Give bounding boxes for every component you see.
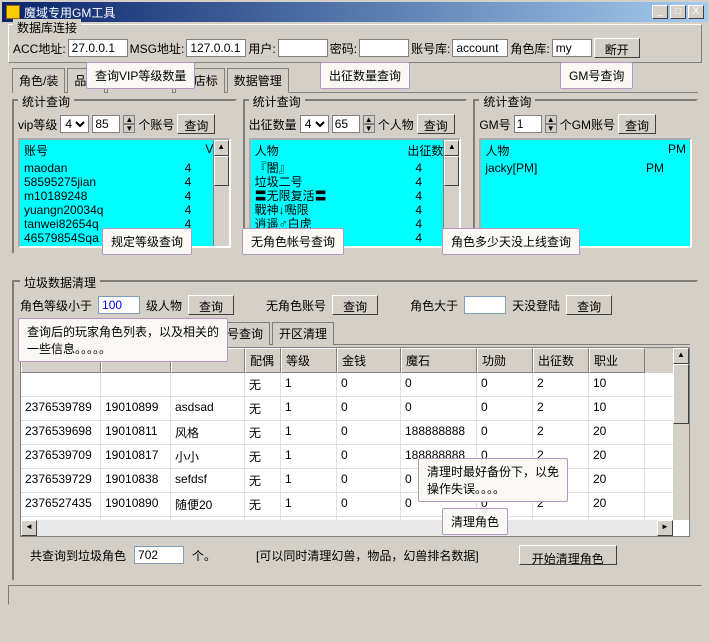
db-connection-group: 数据库连接 ACC地址: MSG地址: 用户: 密码: 账号库: 角色库: 断开: [8, 24, 702, 63]
grid-col-header[interactable]: 配偶: [245, 348, 281, 373]
table-row[interactable]: 237653972919010838sefdsf无1000220: [21, 469, 689, 493]
exp-op-select[interactable]: 4: [300, 115, 329, 133]
vip-query-button[interactable]: 查询: [177, 114, 215, 134]
user-label: 用户:: [248, 40, 275, 57]
vip-scrollbar[interactable]: ▲: [213, 140, 229, 246]
callout-result-list: 查询后的玩家角色列表，以及相关的一些信息。。。。。: [18, 318, 228, 362]
list-item[interactable]: 58595275jian4: [24, 175, 225, 189]
callout-expedition-query: 出征数量查询: [320, 62, 410, 89]
callout-backup-warning: 清理时最好备份下，以免操作失误。。。。: [418, 458, 568, 502]
gm-query-button[interactable]: 查询: [618, 114, 656, 134]
app-icon: [6, 5, 20, 19]
user-input[interactable]: [278, 39, 328, 57]
table-row[interactable]: 237653969819010811风格无101888888880220: [21, 421, 689, 445]
vip-stepper[interactable]: ▲▼: [123, 115, 135, 133]
subtab-zone[interactable]: 开区清理: [272, 322, 334, 345]
callout-vip-query: 查询VIP等级数量: [86, 62, 195, 89]
accdb-label: 账号库:: [411, 40, 450, 57]
callout-clean-role: 清理角色: [442, 508, 508, 535]
grid-hscroll[interactable]: ◄►: [21, 520, 673, 536]
status-bar: [8, 585, 702, 605]
list-item[interactable]: 〓无限复活〓4: [255, 189, 456, 203]
exp-val-input[interactable]: [332, 115, 360, 133]
window-title: 魔域专用GM工具: [24, 4, 115, 21]
grid-col-header[interactable]: 功勋: [477, 348, 533, 373]
callout-level-query: 规定等级查询: [102, 228, 192, 255]
level-query-button[interactable]: 查询: [188, 295, 234, 315]
list-item[interactable]: maodan4: [24, 161, 225, 175]
roledb-input[interactable]: [552, 39, 592, 57]
callout-norole-query: 无角色帐号查询: [242, 228, 344, 255]
accdb-input[interactable]: [452, 39, 508, 57]
list-item[interactable]: m101892484: [24, 189, 225, 203]
titlebar: 魔域专用GM工具 _ □ X: [2, 2, 708, 22]
tab-role[interactable]: 角色/装: [12, 68, 65, 93]
exp-query-button[interactable]: 查询: [417, 114, 455, 134]
callout-offline-query: 角色多少天没上线查询: [442, 228, 580, 255]
minimize-button[interactable]: _: [652, 5, 668, 19]
table-row[interactable]: 237653978919010899asdsad无1000210: [21, 397, 689, 421]
offline-query-button[interactable]: 查询: [566, 295, 612, 315]
gm-val-input[interactable]: [514, 115, 542, 133]
table-row[interactable]: 237653970919010817小小无101888888880220: [21, 445, 689, 469]
callout-gm-query: GM号查询: [560, 62, 633, 89]
msg-input[interactable]: [186, 39, 246, 57]
table-row[interactable]: 无1000210: [21, 373, 689, 397]
start-clean-button[interactable]: 开始清理角色: [519, 545, 617, 565]
grid-col-header[interactable]: 魔石: [401, 348, 477, 373]
vip-val-input[interactable]: [92, 115, 120, 133]
gm-stepper[interactable]: ▲▼: [545, 115, 557, 133]
list-item[interactable]: 戰神↓嚸限4: [255, 203, 456, 217]
pwd-label: 密码:: [330, 40, 357, 57]
result-grid[interactable]: 配偶等级金钱魔石功勋出征数职业 无10002102376539789190108…: [20, 347, 690, 537]
grid-col-header[interactable]: 出征数: [533, 348, 589, 373]
level-lt-input[interactable]: [98, 296, 140, 314]
norole-query-button[interactable]: 查询: [332, 295, 378, 315]
exp-stepper[interactable]: ▲▼: [363, 115, 375, 133]
conn-legend: 数据库连接: [13, 19, 81, 36]
msg-label: MSG地址:: [130, 40, 185, 57]
days-input[interactable]: [464, 296, 506, 314]
disconnect-button[interactable]: 断开: [594, 38, 640, 58]
list-item[interactable]: 『闇』4: [255, 161, 456, 175]
pwd-input[interactable]: [359, 39, 409, 57]
maximize-button[interactable]: □: [670, 5, 686, 19]
table-row[interactable]: 237652743519010890随便20无1000220: [21, 493, 689, 517]
roledb-label: 角色库:: [510, 40, 549, 57]
list-item[interactable]: 垃圾二号4: [255, 175, 456, 189]
list-item[interactable]: yuangn20034q4: [24, 203, 225, 217]
list-item[interactable]: jacky[PM]PM: [485, 161, 686, 175]
close-button[interactable]: X: [688, 5, 704, 19]
vip-op-select[interactable]: 4: [60, 115, 89, 133]
grid-vscroll[interactable]: ▲: [673, 348, 689, 520]
tab-data-mgmt[interactable]: 数据管理: [227, 68, 289, 93]
acc-input[interactable]: [68, 39, 128, 57]
grid-col-header[interactable]: 职业: [589, 348, 645, 373]
acc-label: ACC地址:: [13, 40, 66, 57]
grid-col-header[interactable]: 等级: [281, 348, 337, 373]
trash-count-input[interactable]: [134, 546, 184, 564]
grid-col-header[interactable]: 金钱: [337, 348, 401, 373]
